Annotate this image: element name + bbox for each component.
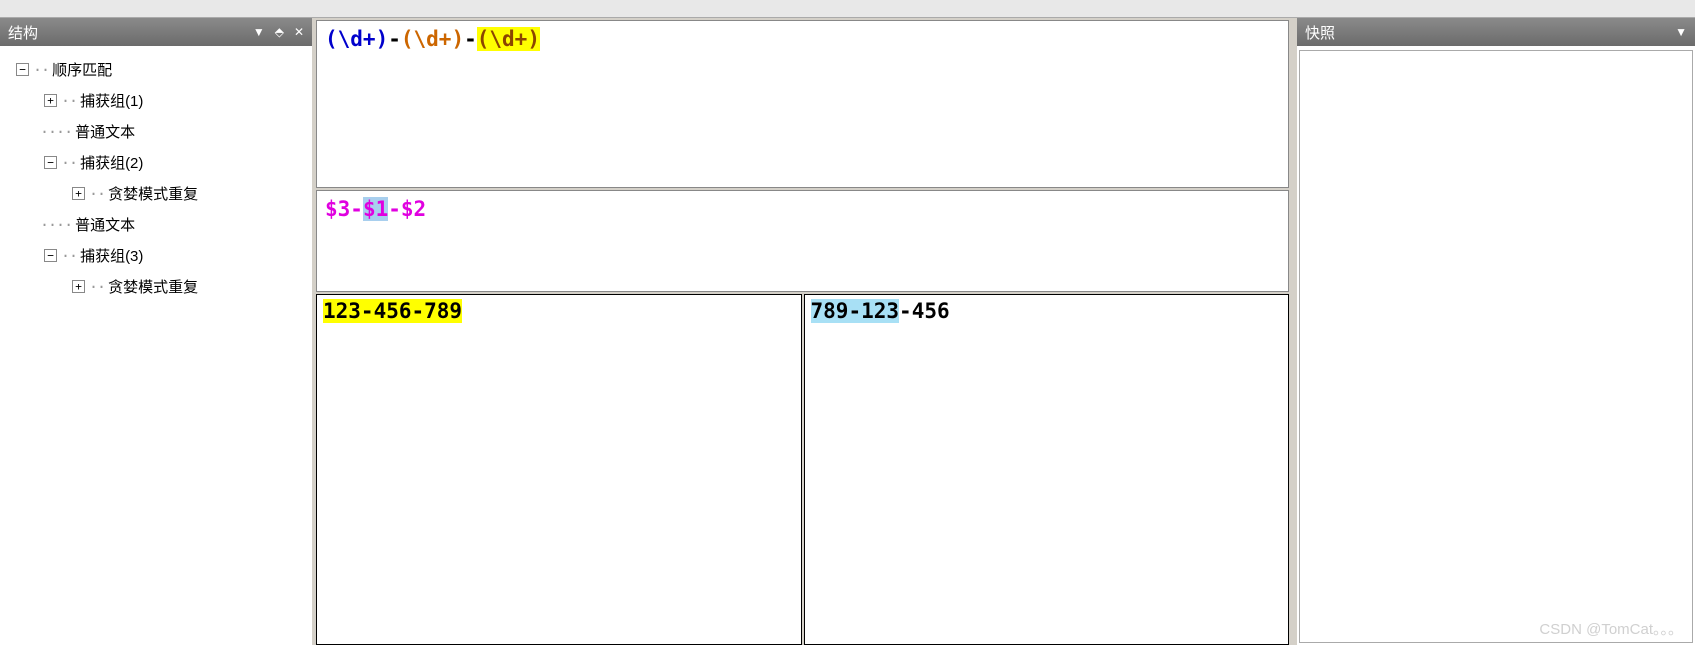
dropdown-icon[interactable]: ▼	[1675, 25, 1687, 39]
regex-group-3: (\d+)	[477, 27, 540, 51]
regex-group-2: (\d+)	[401, 27, 464, 51]
output-text-pane[interactable]: 789-123-456	[804, 294, 1290, 645]
tree-node-root[interactable]: − ·· 顺序匹配	[4, 54, 308, 85]
replace-ref-2: $2	[401, 197, 426, 221]
collapse-icon[interactable]: −	[16, 63, 29, 76]
tree-node-group3[interactable]: − ·· 捕获组(3)	[4, 240, 308, 271]
tree-node-greedy2[interactable]: + ·· 贪婪模式重复	[4, 271, 308, 302]
tree-view[interactable]: − ·· 顺序匹配 + ·· 捕获组(1) ···· 普通文本 − ·· 捕获组…	[0, 46, 312, 645]
close-icon[interactable]: ✕	[294, 25, 304, 39]
tree-label: 普通文本	[72, 213, 138, 236]
panel-header-controls: ▼	[1675, 25, 1687, 39]
input-match: 123-456-789	[323, 299, 462, 323]
tree-label: 捕获组(2)	[77, 151, 146, 174]
output-part-2: 123	[861, 299, 899, 323]
expand-icon[interactable]: +	[72, 187, 85, 200]
expand-icon[interactable]: +	[44, 94, 57, 107]
output-part-1: 789	[811, 299, 849, 323]
structure-panel: 结构 ▼ ⬘ ✕ − ·· 顺序匹配 + ·· 捕获组(1) ···· 普通文本	[0, 18, 312, 645]
output-dash: -	[899, 299, 912, 323]
tree-node-text2[interactable]: ···· 普通文本	[4, 209, 308, 240]
main-layout: 结构 ▼ ⬘ ✕ − ·· 顺序匹配 + ·· 捕获组(1) ···· 普通文本	[0, 18, 1695, 645]
input-text-pane[interactable]: 123-456-789	[316, 294, 802, 645]
replace-dash: -	[388, 197, 401, 221]
replace-ref-3: $3	[325, 197, 350, 221]
collapse-icon[interactable]: −	[44, 249, 57, 262]
output-dash: -	[848, 299, 861, 323]
snapshot-content[interactable]	[1299, 50, 1693, 643]
tree-label: 贪婪模式重复	[105, 275, 201, 298]
regex-input[interactable]: (\d+)-(\d+)-(\d+)	[316, 20, 1289, 188]
tree-label: 贪婪模式重复	[105, 182, 201, 205]
watermark: CSDN @TomCat。。。	[1539, 618, 1683, 639]
expand-icon[interactable]: +	[72, 280, 85, 293]
snapshot-panel-title: 快照	[1305, 22, 1335, 43]
regex-dash: -	[464, 27, 477, 51]
dropdown-icon[interactable]: ▼	[253, 25, 265, 39]
tree-node-greedy1[interactable]: + ·· 贪婪模式重复	[4, 178, 308, 209]
tree-node-text1[interactable]: ···· 普通文本	[4, 116, 308, 147]
replace-dash: -	[350, 197, 363, 221]
result-row: 123-456-789 789-123-456	[316, 294, 1289, 645]
regex-group-1: (\d+)	[325, 27, 388, 51]
top-bar	[0, 0, 1695, 18]
replace-ref-1: $1	[363, 197, 388, 221]
panel-header-controls: ▼ ⬘ ✕	[253, 25, 304, 39]
tree-node-group1[interactable]: + ·· 捕获组(1)	[4, 85, 308, 116]
tree-label: 普通文本	[72, 120, 138, 143]
collapse-icon[interactable]: −	[44, 156, 57, 169]
snapshot-panel: 快照 ▼	[1297, 18, 1695, 645]
replace-input[interactable]: $3-$1-$2	[316, 190, 1289, 292]
output-part-3: 456	[912, 299, 950, 323]
pin-icon[interactable]: ⬘	[275, 25, 284, 39]
tree-label: 捕获组(1)	[77, 89, 146, 112]
structure-panel-header: 结构 ▼ ⬘ ✕	[0, 18, 312, 46]
regex-dash: -	[388, 27, 401, 51]
structure-panel-title: 结构	[8, 22, 38, 43]
center-panel: (\d+)-(\d+)-(\d+) $3-$1-$2 123-456-789 7…	[312, 18, 1293, 645]
tree-label: 顺序匹配	[49, 58, 115, 81]
tree-node-group2[interactable]: − ·· 捕获组(2)	[4, 147, 308, 178]
tree-label: 捕获组(3)	[77, 244, 146, 267]
snapshot-panel-header: 快照 ▼	[1297, 18, 1695, 46]
